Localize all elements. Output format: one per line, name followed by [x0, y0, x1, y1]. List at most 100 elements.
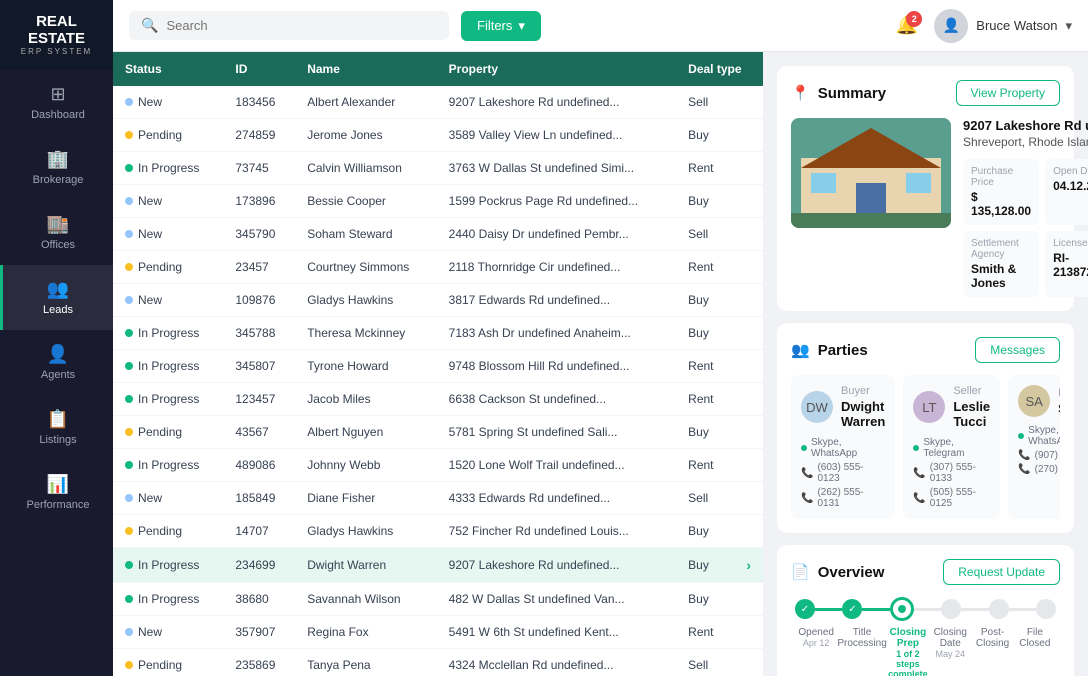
buyer-role: Buyer [841, 385, 885, 397]
performance-icon: 📊 [47, 474, 69, 495]
view-property-button[interactable]: View Property [956, 80, 1060, 106]
step-5 [989, 599, 1009, 619]
steps-labels: OpenedApr 12 TitleProcessing Closing Pre… [795, 627, 1056, 676]
row-name: Jacob Miles [295, 383, 436, 416]
right-panel: 📍 Summary View Property [763, 52, 1088, 676]
row-property: 7183 Ash Dr undefined Anaheim... [437, 317, 677, 350]
sidebar-item-offices[interactable]: 🏬 Offices [0, 200, 113, 265]
row-status: In Progress [113, 583, 223, 616]
row-deal: Buy [676, 119, 763, 151]
row-property: 2118 Thornridge Cir undefined... [437, 251, 677, 284]
table-row[interactable]: Pending 43567 Albert Nguyen 5781 Spring … [113, 416, 763, 449]
row-id: 123457 [223, 383, 295, 416]
phone-icon: 📞 [1018, 450, 1030, 461]
row-deal: Rent [676, 383, 763, 415]
status-text: New [138, 194, 162, 208]
table-row[interactable]: Pending 235869 Tanya Pena 4324 Mcclellan… [113, 649, 763, 676]
status-dot [125, 527, 133, 535]
row-deal: Rent [676, 251, 763, 283]
col-status[interactable]: Status [113, 52, 223, 86]
request-update-button[interactable]: Request Update [943, 559, 1060, 585]
row-name: Soham Steward [295, 218, 436, 251]
search-input[interactable] [166, 18, 437, 33]
row-id: 173896 [223, 185, 295, 218]
table-row[interactable]: New 109876 Gladys Hawkins 3817 Edwards R… [113, 284, 763, 317]
table-row[interactable]: In Progress 345807 Tyrone Howard 9748 Bl… [113, 350, 763, 383]
table-row[interactable]: New 357907 Regina Fox 5491 W 6th St unde… [113, 616, 763, 649]
license-cell: License RI-2138722 [1045, 231, 1088, 297]
row-property: 1599 Pockrus Page Rd undefined... [437, 185, 677, 218]
row-name: Dwight Warren [295, 548, 436, 583]
table-row[interactable]: In Progress 234699 Dwight Warren 9207 La… [113, 548, 763, 583]
sidebar-item-performance[interactable]: 📊 Performance [0, 460, 113, 525]
row-name: Gladys Hawkins [295, 284, 436, 317]
sidebar-item-leads[interactable]: 👥 Leads [0, 265, 113, 330]
status-dot [125, 494, 133, 502]
status-text: New [138, 293, 162, 307]
messages-button[interactable]: Messages [975, 337, 1060, 363]
logo-title: REAL ESTATE [10, 14, 103, 47]
summary-info: 9207 Lakeshore Rd undefined Shreveport, … [963, 118, 1088, 297]
row-name: Courtney Simmons [295, 251, 436, 284]
table-row[interactable]: New 173896 Bessie Cooper 1599 Pockrus Pa… [113, 185, 763, 218]
row-deal: Buy › [676, 548, 763, 582]
status-dot [125, 197, 133, 205]
row-deal: Buy [676, 515, 763, 547]
row-status: In Progress [113, 548, 223, 583]
row-property: 9207 Lakeshore Rd undefined... [437, 548, 677, 583]
listings-icon: 📋 [47, 409, 69, 430]
listing-platforms: Skype, WhatsApp [1018, 425, 1060, 447]
overview-icon: 📄 [791, 563, 810, 581]
row-property: 6638 Cackson St undefined... [437, 383, 677, 416]
filters-button[interactable]: Filters ▾ [461, 11, 541, 41]
table-row[interactable]: New 183456 Albert Alexander 9207 Lakesho… [113, 86, 763, 119]
sidebar-item-listings[interactable]: 📋 Listings [0, 395, 113, 460]
overview-title: 📄 Overview [791, 563, 884, 581]
listing-contact: Skype, WhatsApp 📞 (907) 555-0101 📞 (270)… [1018, 425, 1060, 475]
step-3 [890, 597, 914, 621]
main-area: 🔍 Filters ▾ 🔔 2 👤 Bruce Watson ▾ [113, 0, 1088, 676]
table-row[interactable]: In Progress 38680 Savannah Wilson 482 W … [113, 583, 763, 616]
sidebar-item-dashboard[interactable]: ⊞ Dashboard [0, 70, 113, 135]
table-row[interactable]: Pending 14707 Gladys Hawkins 752 Fincher… [113, 515, 763, 548]
status-dot [125, 595, 133, 603]
col-deal-type[interactable]: Deal type [676, 52, 763, 86]
listing-role: Listing [1058, 387, 1060, 399]
table-row[interactable]: New 345790 Soham Steward 2440 Daisy Dr u… [113, 218, 763, 251]
sidebar-nav: ⊞ Dashboard 🏢 Brokerage 🏬 Offices 👥 Lead… [0, 70, 113, 676]
overview-header: 📄 Overview Request Update [791, 559, 1060, 585]
row-name: Albert Alexander [295, 86, 436, 119]
col-name[interactable]: Name [295, 52, 436, 86]
row-property: 1520 Lone Wolf Trail undefined... [437, 449, 677, 482]
row-property: 9207 Lakeshore Rd undefined... [437, 86, 677, 119]
table-row[interactable]: Pending 23457 Courtney Simmons 2118 Thor… [113, 251, 763, 284]
table-row[interactable]: In Progress 123457 Jacob Miles 6638 Cack… [113, 383, 763, 416]
table-row[interactable]: In Progress 73745 Calvin Williamson 3763… [113, 152, 763, 185]
col-id[interactable]: ID [223, 52, 295, 86]
purchase-price-label: Purchase Price [971, 166, 1031, 188]
sidebar-item-agents[interactable]: 👤 Agents [0, 330, 113, 395]
sidebar: REAL ESTATE ERP SYSTEM ⊞ Dashboard 🏢 Bro… [0, 0, 113, 676]
property-address: 9207 Lakeshore Rd undefined [963, 118, 1088, 133]
step-line-4 [961, 608, 988, 611]
step-label-6: FileClosed [1014, 627, 1056, 676]
search-box[interactable]: 🔍 [129, 11, 449, 40]
summary-body: 9207 Lakeshore Rd undefined Shreveport, … [791, 118, 1060, 297]
col-property[interactable]: Property [437, 52, 677, 86]
row-property: 482 W Dallas St undefined Van... [437, 583, 677, 616]
listing-avatar: SA [1018, 385, 1050, 417]
table-row[interactable]: New 185849 Diane Fisher 4333 Edwards Rd … [113, 482, 763, 515]
license-label: License [1053, 238, 1088, 249]
overview-steps-container: ✓ ✓ OpenedApr 12 [791, 597, 1060, 676]
table-row[interactable]: In Progress 489086 Johnny Webb 1520 Lone… [113, 449, 763, 482]
status-dot [125, 296, 133, 304]
status-dot [125, 461, 133, 469]
sidebar-item-brokerage[interactable]: 🏢 Brokerage [0, 135, 113, 200]
status-dot [125, 628, 133, 636]
table-row[interactable]: Pending 274859 Jerome Jones 3589 Valley … [113, 119, 763, 152]
row-id: 73745 [223, 152, 295, 185]
table-row[interactable]: In Progress 345788 Theresa Mckinney 7183… [113, 317, 763, 350]
user-menu[interactable]: 👤 Bruce Watson ▾ [934, 9, 1072, 43]
notifications-button[interactable]: 🔔 2 [896, 15, 918, 36]
license-value: RI-2138722 [1053, 251, 1088, 279]
